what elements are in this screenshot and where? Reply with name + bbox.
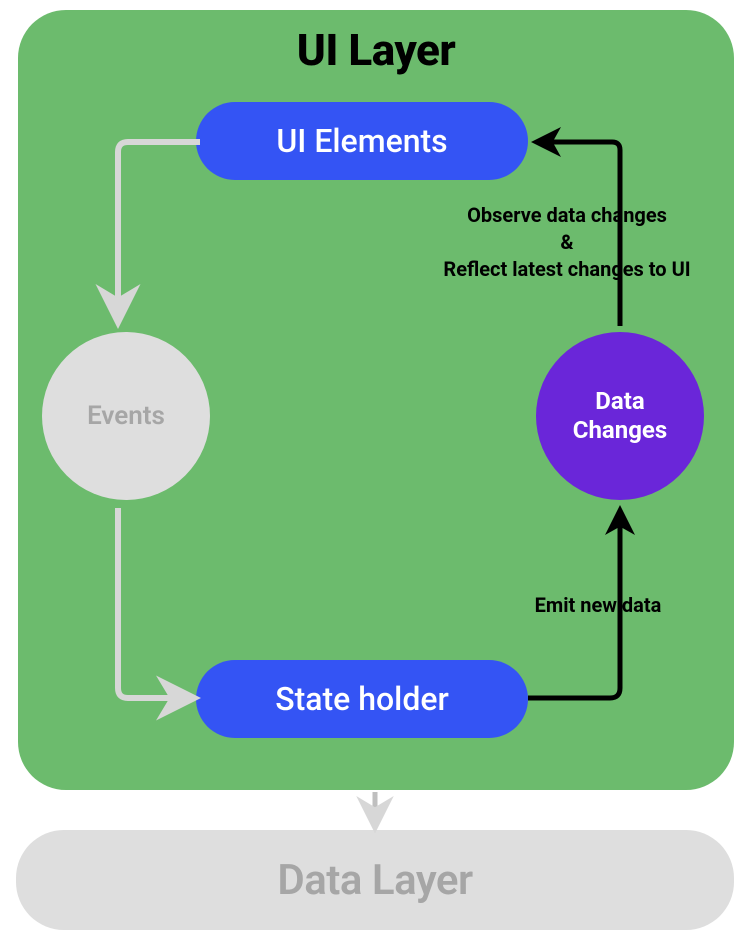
emit-label: Emit new data <box>535 593 662 617</box>
data-layer-container: Data Layer <box>16 830 734 930</box>
observe-annotation: Observe data changes & Reflect latest ch… <box>386 202 748 283</box>
observe-line3: Reflect latest changes to UI <box>443 257 690 281</box>
ui-layer-container: UI Layer UI Elements State holder Events… <box>18 10 734 790</box>
data-changes-node: Data Changes <box>536 332 704 500</box>
state-holder-label: State holder <box>275 680 449 718</box>
events-node: Events <box>42 332 210 500</box>
observe-line2: & <box>560 230 573 254</box>
state-holder-node: State holder <box>196 660 528 738</box>
diagram-stage: UI Layer UI Elements State holder Events… <box>0 0 750 941</box>
ui-elements-node: UI Elements <box>196 102 528 180</box>
ui-elements-label: UI Elements <box>276 122 447 160</box>
ui-layer-title: UI Layer <box>18 24 734 76</box>
data-changes-label: Data Changes <box>573 387 667 445</box>
events-label: Events <box>87 401 165 431</box>
observe-line1: Observe data changes <box>467 203 667 227</box>
emit-annotation: Emit new data <box>468 592 728 619</box>
data-layer-title: Data Layer <box>277 856 472 905</box>
